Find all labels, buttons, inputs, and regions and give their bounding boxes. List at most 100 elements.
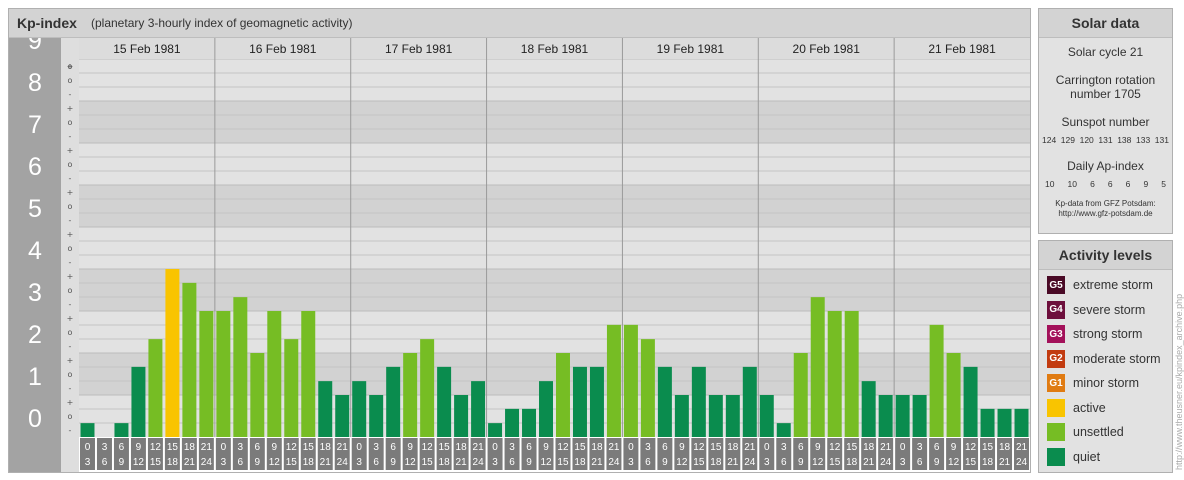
kp-bar: [284, 339, 299, 437]
kp-bar: [861, 381, 876, 437]
legend-label: active: [1073, 400, 1106, 415]
interval-end-label: 15: [693, 457, 705, 468]
kp-bar: [759, 395, 774, 437]
carrington-line-1: Carrington rotation: [1055, 73, 1156, 87]
interval-start-label: 18: [591, 442, 603, 453]
interval-start-label: 12: [422, 442, 434, 453]
sub-tick-label: o: [68, 62, 73, 71]
interval-end-label: 15: [829, 457, 841, 468]
interval-start-label: 21: [1016, 442, 1028, 453]
kp-bar: [250, 353, 265, 437]
legend-label: unsettled: [1073, 425, 1124, 439]
interval-end-label: 3: [221, 457, 227, 468]
interval-end-label: 15: [150, 457, 162, 468]
legend-swatch: [1047, 447, 1065, 466]
legend-item: G5 extreme storm: [1047, 275, 1153, 295]
sub-tick-label: o: [68, 160, 73, 169]
interval-start-label: 0: [85, 442, 91, 453]
ap-value: 10: [1045, 179, 1055, 189]
legend-label: extreme storm: [1073, 278, 1153, 292]
interval-start-label: 9: [951, 442, 957, 453]
interval-start-label: 6: [934, 442, 940, 453]
kp-bar: [301, 311, 316, 437]
interval-end-label: 3: [764, 457, 770, 468]
interval-start-label: 3: [917, 442, 923, 453]
kp-bar: [199, 311, 214, 437]
interval-end-label: 24: [473, 457, 485, 468]
kp-bar: [267, 311, 282, 437]
interval-start-label: 15: [710, 442, 722, 453]
interval-start-label: 15: [167, 442, 179, 453]
sub-tick-label: -: [69, 258, 72, 267]
interval-end-label: 6: [781, 457, 787, 468]
interval-start-label: 21: [880, 442, 892, 453]
kp-bar: [182, 282, 197, 437]
interval-end-label: 21: [456, 457, 468, 468]
ap-value: 5: [1161, 179, 1166, 189]
interval-start-label: 9: [136, 442, 142, 453]
interval-end-label: 9: [119, 457, 125, 468]
interval-end-label: 6: [238, 457, 244, 468]
interval-end-label: 18: [303, 457, 315, 468]
interval-end-label: 15: [965, 457, 977, 468]
interval-end-label: 3: [85, 457, 91, 468]
kp-bar: [827, 311, 842, 437]
interval-end-label: 21: [184, 457, 196, 468]
chart-title: Kp-index: [17, 15, 77, 31]
y-tick-label: 0: [28, 405, 42, 433]
interval-end-label: 9: [662, 457, 668, 468]
source-watermark: http://www.theusner.eu/kpindex_archive.p…: [1174, 293, 1184, 470]
interval-start-label: 9: [815, 442, 821, 453]
kp-band: [9, 185, 1030, 227]
interval-end-label: 6: [102, 457, 108, 468]
sub-tick-label: +: [67, 146, 74, 155]
interval-start-label: 21: [473, 442, 485, 453]
interval-start-label: 3: [781, 442, 787, 453]
interval-start-label: 18: [184, 442, 196, 453]
interval-start-label: 15: [846, 442, 858, 453]
legend-item: quiet: [1047, 447, 1100, 467]
kp-bar: [437, 366, 452, 437]
sub-tick-label: -: [69, 132, 72, 141]
interval-start-label: 15: [439, 442, 451, 453]
kp-bar: [980, 408, 995, 437]
kp-bar: [878, 395, 893, 437]
kp-bar: [522, 408, 537, 437]
interval-end-label: 12: [405, 457, 417, 468]
interval-start-label: 18: [863, 442, 875, 453]
interval-end-label: 21: [320, 457, 332, 468]
interval-start-label: 6: [119, 442, 125, 453]
sunspot-value: 131: [1098, 135, 1113, 145]
interval-start-label: 0: [492, 442, 498, 453]
day-label: 16 Feb 1981: [249, 42, 317, 56]
y-tick-label: 8: [28, 69, 42, 97]
source-link[interactable]: http://www.gfz-potsdam.de: [1039, 209, 1172, 219]
interval-end-label: 9: [526, 457, 532, 468]
sub-tick-label: +: [67, 104, 74, 113]
interval-start-label: 0: [221, 442, 227, 453]
interval-start-label: 15: [303, 442, 315, 453]
kp-bar: [946, 353, 961, 437]
interval-end-label: 3: [628, 457, 634, 468]
legend-swatch: [1047, 398, 1065, 417]
sub-tick-label: -: [69, 300, 72, 309]
kp-bar: [114, 423, 129, 437]
interval-end-label: 12: [812, 457, 824, 468]
y-tick-label: 6: [28, 153, 42, 181]
interval-start-label: 18: [727, 442, 739, 453]
sub-tick-label: o: [68, 76, 73, 85]
interval-end-label: 21: [999, 457, 1011, 468]
source-line-1: Kp-data from GFZ Potsdam:: [1055, 199, 1156, 208]
kp-bar: [488, 423, 503, 437]
sub-tick-label: o: [68, 202, 73, 211]
sub-tick-label: o: [68, 244, 73, 253]
interval-end-label: 9: [934, 457, 940, 468]
kp-bar: [335, 395, 350, 437]
interval-start-label: 18: [456, 442, 468, 453]
kp-bar: [742, 366, 757, 437]
sub-tick-label: -: [69, 342, 72, 351]
interval-start-label: 6: [390, 442, 396, 453]
sub-tick-label: +: [67, 230, 74, 239]
kp-bar: [674, 395, 689, 437]
interval-start-label: 3: [238, 442, 244, 453]
